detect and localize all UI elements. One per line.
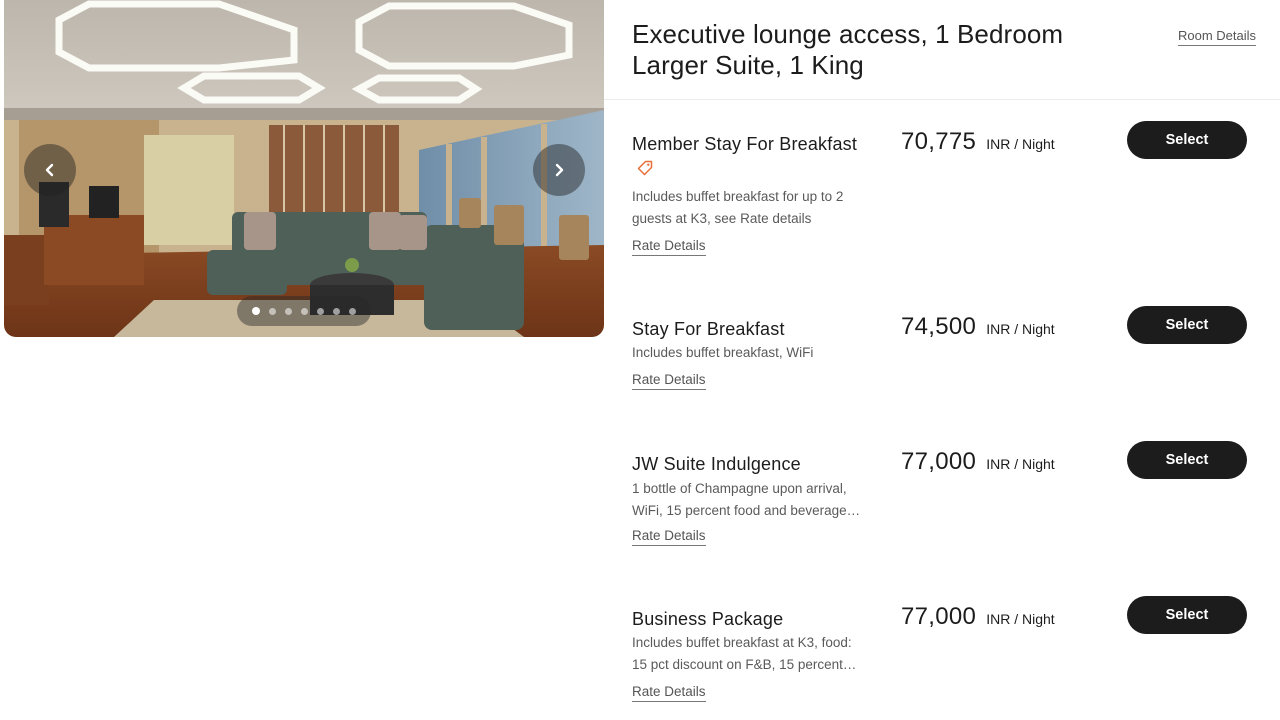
- price: 77,000 INR / Night: [901, 448, 1055, 476]
- rate-name: Stay For Breakfast: [632, 319, 785, 339]
- gallery-dot[interactable]: [252, 307, 260, 315]
- price-amount: 70,775: [901, 128, 977, 155]
- room-title-line2: Larger Suite, 1 King: [632, 50, 864, 80]
- gallery-dot[interactable]: [349, 307, 356, 315]
- rate-description: Includes buffet breakfast for up to 2 gu…: [632, 186, 878, 229]
- gallery-dot[interactable]: [333, 307, 340, 315]
- rate-details-link[interactable]: Rate Details: [632, 238, 706, 256]
- rate-description-line: Includes buffet breakfast at K3, food:: [632, 635, 852, 650]
- rate-description-line: 1 bottle of Champagne upon arrival,: [632, 481, 847, 496]
- rate-description-line: Includes buffet breakfast, WiFi: [632, 345, 814, 360]
- price-unit: INR / Night: [986, 456, 1055, 472]
- rate-description: Includes buffet breakfast at K3, food: 1…: [632, 632, 878, 675]
- room-title-line1: Executive lounge access, 1 Bedroom: [632, 19, 1064, 49]
- room-details-link[interactable]: Room Details: [1177, 28, 1256, 46]
- room-photo-carousel: [4, 0, 604, 337]
- rate-details-link[interactable]: Rate Details: [632, 684, 706, 702]
- select-rate-button[interactable]: Select: [1127, 306, 1247, 344]
- select-rate-button[interactable]: Select: [1127, 121, 1247, 159]
- gallery-dot[interactable]: [269, 307, 276, 315]
- price: 77,000 INR / Night: [901, 603, 1055, 631]
- rate-description: Includes buffet breakfast, WiFi: [632, 342, 878, 364]
- price-unit: INR / Night: [986, 321, 1055, 337]
- chevron-left-icon: [45, 163, 54, 177]
- price-amount: 74,500: [901, 313, 977, 340]
- rate-description-line: guests at K3, see Rate details: [632, 210, 812, 226]
- gallery-dot[interactable]: [317, 307, 324, 315]
- select-rate-button[interactable]: Select: [1127, 596, 1247, 634]
- rate-description-line: 15 pct discount on F&B, 15 percent…: [632, 656, 857, 672]
- rate-details-link[interactable]: Rate Details: [632, 528, 706, 546]
- rate-description: 1 bottle of Champagne upon arrival, WiFi…: [632, 478, 878, 521]
- member-tag-icon: [637, 160, 653, 176]
- gallery-next-button[interactable]: [533, 144, 585, 196]
- price: 70,775 INR / Night: [901, 128, 1055, 156]
- price: 74,500 INR / Night: [901, 313, 1055, 341]
- rate-description-line: WiFi, 15 percent food and beverage…: [632, 502, 861, 518]
- rate-description-line: Includes buffet breakfast for up to 2: [632, 189, 844, 204]
- price-amount: 77,000: [901, 448, 977, 475]
- rate-selection-page: Executive lounge access, 1 Bedroom Large…: [0, 0, 1280, 720]
- room-photo: [4, 0, 604, 337]
- gallery-prev-button[interactable]: [24, 144, 76, 196]
- rate-name: Business Package: [632, 609, 784, 629]
- gallery-pagination: [237, 296, 371, 326]
- rate-name: JW Suite Indulgence: [632, 454, 801, 474]
- chevron-right-icon: [555, 163, 564, 177]
- price-unit: INR / Night: [986, 611, 1055, 627]
- price-amount: 77,000: [901, 603, 977, 630]
- select-rate-button[interactable]: Select: [1127, 441, 1247, 479]
- gallery-dot[interactable]: [301, 307, 308, 315]
- room-title: Executive lounge access, 1 Bedroom Large…: [632, 19, 1102, 81]
- price-unit: INR / Night: [986, 136, 1055, 152]
- room-header: Executive lounge access, 1 Bedroom Large…: [604, 0, 1280, 100]
- rate-details-link[interactable]: Rate Details: [632, 372, 706, 390]
- gallery-dot[interactable]: [285, 307, 292, 315]
- rate-name: Member Stay For Breakfast: [632, 134, 858, 154]
